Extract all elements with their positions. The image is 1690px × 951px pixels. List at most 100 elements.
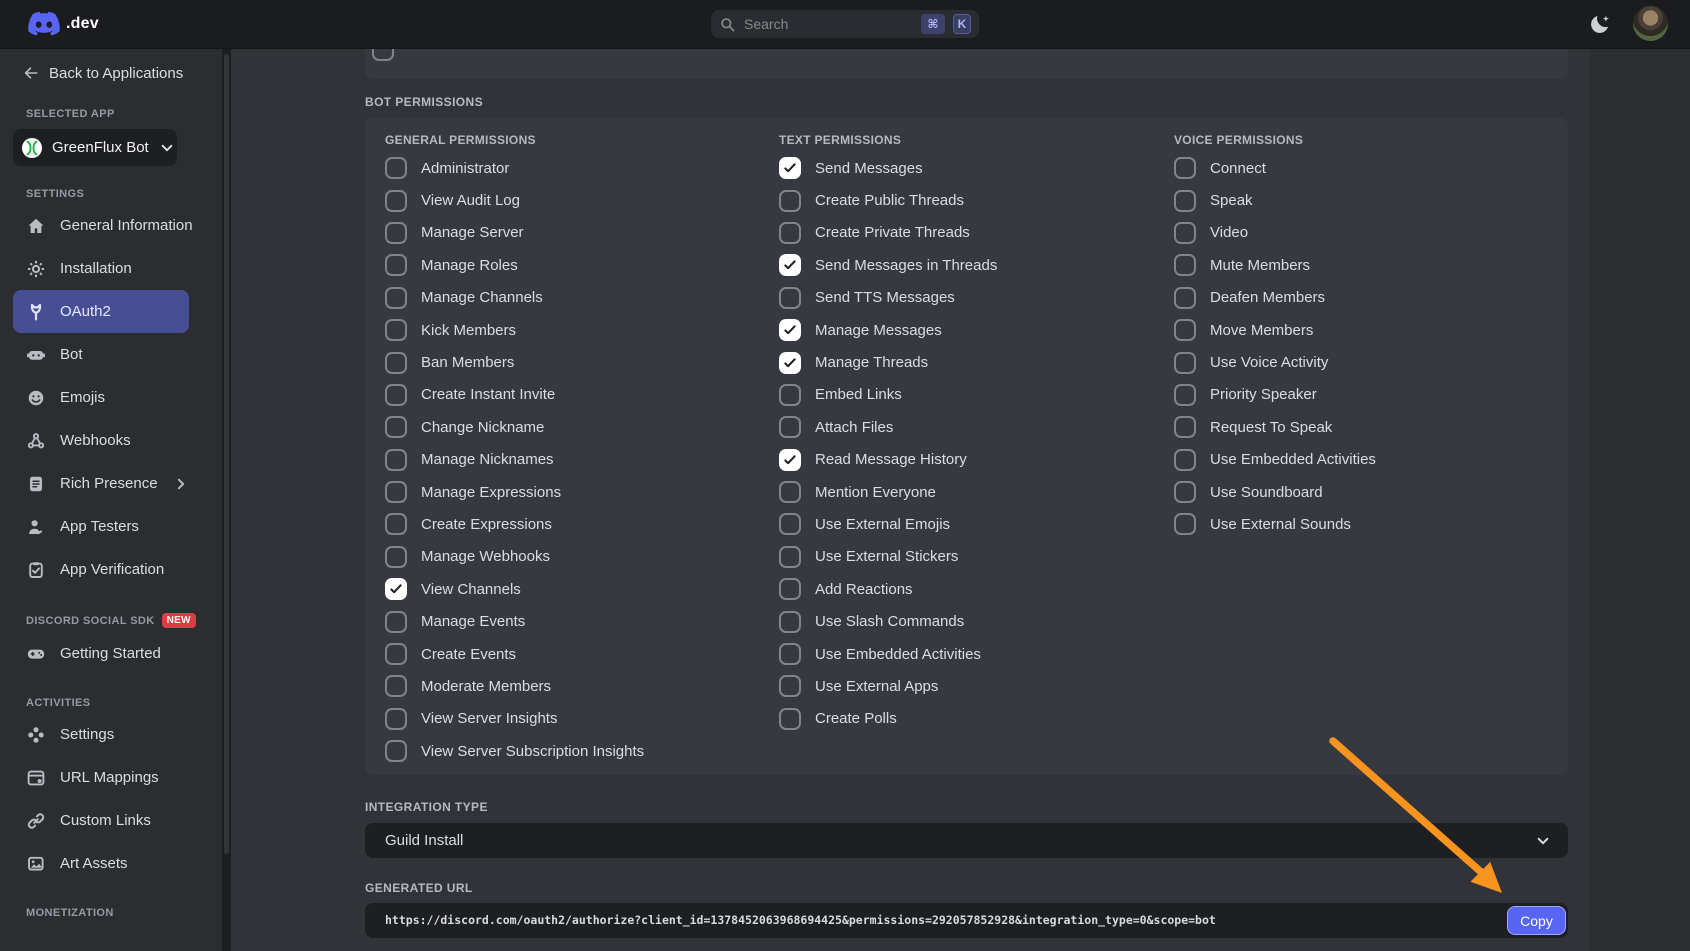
permission-row-manage-nicknames[interactable]: Manage Nicknames xyxy=(385,444,765,476)
checkbox-unchecked[interactable] xyxy=(779,643,801,665)
app-selector-dropdown[interactable]: GreenFlux Bot xyxy=(13,129,177,166)
checkbox-unchecked[interactable] xyxy=(1174,481,1196,503)
checkbox-unchecked[interactable] xyxy=(385,611,407,633)
checkbox-unchecked[interactable] xyxy=(1174,416,1196,438)
permission-row-use-external-stickers[interactable]: Use External Stickers xyxy=(779,541,1159,573)
checkbox-unchecked[interactable] xyxy=(1174,287,1196,309)
checkbox-unchecked[interactable] xyxy=(1174,513,1196,535)
permission-row-embed-links[interactable]: Embed Links xyxy=(779,379,1159,411)
search-input[interactable]: Search ⌘ K xyxy=(711,10,979,38)
permission-row-manage-events[interactable]: Manage Events xyxy=(385,605,765,637)
sidebar-item-custom-links[interactable]: Custom Links xyxy=(13,799,189,842)
checkbox-unchecked[interactable] xyxy=(779,578,801,600)
checkbox-unchecked[interactable] xyxy=(385,190,407,212)
checkbox-unchecked[interactable] xyxy=(385,708,407,730)
permission-row-speak[interactable]: Speak xyxy=(1174,184,1554,216)
sidebar-item-app-verification[interactable]: App Verification xyxy=(13,548,189,591)
checkbox-unchecked[interactable] xyxy=(372,48,394,61)
permission-row-create-events[interactable]: Create Events xyxy=(385,638,765,670)
checkbox-unchecked[interactable] xyxy=(1174,352,1196,374)
checkbox-unchecked[interactable] xyxy=(779,222,801,244)
user-avatar[interactable] xyxy=(1633,6,1668,41)
checkbox-unchecked[interactable] xyxy=(779,384,801,406)
checkbox-unchecked[interactable] xyxy=(385,384,407,406)
checkbox-unchecked[interactable] xyxy=(385,740,407,762)
checkbox-unchecked[interactable] xyxy=(779,190,801,212)
permission-row-deafen-members[interactable]: Deafen Members xyxy=(1174,282,1554,314)
permission-row-move-members[interactable]: Move Members xyxy=(1174,314,1554,346)
permission-row-create-instant-invite[interactable]: Create Instant Invite xyxy=(385,379,765,411)
permission-row-create-public-threads[interactable]: Create Public Threads xyxy=(779,184,1159,216)
checkbox-checked[interactable] xyxy=(779,254,801,276)
permission-row-view-audit-log[interactable]: View Audit Log xyxy=(385,184,765,216)
checkbox-checked[interactable] xyxy=(779,352,801,374)
checkbox-checked[interactable] xyxy=(779,319,801,341)
checkbox-unchecked[interactable] xyxy=(385,416,407,438)
checkbox-unchecked[interactable] xyxy=(779,287,801,309)
permission-row-administrator[interactable]: Administrator xyxy=(385,152,765,184)
permission-row-send-messages-in-threads[interactable]: Send Messages in Threads xyxy=(779,249,1159,281)
back-to-applications-link[interactable]: Back to Applications xyxy=(22,64,222,82)
permission-row-manage-expressions[interactable]: Manage Expressions xyxy=(385,476,765,508)
checkbox-unchecked[interactable] xyxy=(1174,384,1196,406)
integration-type-select[interactable]: Guild Install xyxy=(365,823,1568,858)
checkbox-unchecked[interactable] xyxy=(779,611,801,633)
permission-row-video[interactable]: Video xyxy=(1174,217,1554,249)
sidebar-item-emojis[interactable]: Emojis xyxy=(13,376,189,419)
permission-row-use-external-apps[interactable]: Use External Apps xyxy=(779,670,1159,702)
sidebar-item-general-information[interactable]: General Information xyxy=(13,204,189,247)
checkbox-unchecked[interactable] xyxy=(1174,190,1196,212)
copy-button[interactable]: Copy xyxy=(1507,906,1566,935)
permission-row-use-external-emojis[interactable]: Use External Emojis xyxy=(779,508,1159,540)
sidebar-item-getting-started[interactable]: Getting Started xyxy=(13,632,189,675)
permission-row-create-private-threads[interactable]: Create Private Threads xyxy=(779,217,1159,249)
checkbox-unchecked[interactable] xyxy=(385,157,407,179)
sidebar-item-bot[interactable]: Bot xyxy=(13,333,189,376)
checkbox-unchecked[interactable] xyxy=(385,481,407,503)
permission-row-request-to-speak[interactable]: Request To Speak xyxy=(1174,411,1554,443)
permission-row-connect[interactable]: Connect xyxy=(1174,152,1554,184)
permission-row-manage-threads[interactable]: Manage Threads xyxy=(779,346,1159,378)
checkbox-unchecked[interactable] xyxy=(1174,157,1196,179)
permission-row-change-nickname[interactable]: Change Nickname xyxy=(385,411,765,443)
checkbox-checked[interactable] xyxy=(779,157,801,179)
checkbox-unchecked[interactable] xyxy=(1174,222,1196,244)
generated-url-field[interactable]: https://discord.com/oauth2/authorize?cli… xyxy=(365,903,1568,938)
sidebar-item-rich-presence[interactable]: Rich Presence xyxy=(13,462,189,505)
checkbox-unchecked[interactable] xyxy=(385,287,407,309)
permission-row-use-embedded-activities[interactable]: Use Embedded Activities xyxy=(1174,444,1554,476)
permission-row-use-slash-commands[interactable]: Use Slash Commands xyxy=(779,605,1159,637)
checkbox-unchecked[interactable] xyxy=(1174,254,1196,276)
permission-row-manage-channels[interactable]: Manage Channels xyxy=(385,282,765,314)
sidebar-item-app-testers[interactable]: App Testers xyxy=(13,505,189,548)
checkbox-unchecked[interactable] xyxy=(385,449,407,471)
sidebar-item-oauth2[interactable]: OAuth2 xyxy=(13,290,189,333)
sidebar-item-webhooks[interactable]: Webhooks xyxy=(13,419,189,462)
permission-row-add-reactions[interactable]: Add Reactions xyxy=(779,573,1159,605)
permission-row-use-external-sounds[interactable]: Use External Sounds xyxy=(1174,508,1554,540)
sidebar-item-installation[interactable]: Installation xyxy=(13,247,189,290)
checkbox-unchecked[interactable] xyxy=(779,675,801,697)
permission-row-mention-everyone[interactable]: Mention Everyone xyxy=(779,476,1159,508)
checkbox-unchecked[interactable] xyxy=(385,513,407,535)
checkbox-checked[interactable] xyxy=(385,578,407,600)
theme-toggle-moon-icon[interactable] xyxy=(1588,12,1612,36)
permission-row-manage-roles[interactable]: Manage Roles xyxy=(385,249,765,281)
sidebar-scrollbar[interactable] xyxy=(222,48,231,951)
permission-row-moderate-members[interactable]: Moderate Members xyxy=(385,670,765,702)
scrollbar-thumb[interactable] xyxy=(224,54,229,854)
checkbox-unchecked[interactable] xyxy=(779,481,801,503)
checkbox-unchecked[interactable] xyxy=(385,546,407,568)
permission-row-view-channels[interactable]: View Channels xyxy=(385,573,765,605)
checkbox-unchecked[interactable] xyxy=(1174,319,1196,341)
checkbox-unchecked[interactable] xyxy=(779,708,801,730)
permission-row-priority-speaker[interactable]: Priority Speaker xyxy=(1174,379,1554,411)
checkbox-unchecked[interactable] xyxy=(385,352,407,374)
permission-row-create-expressions[interactable]: Create Expressions xyxy=(385,508,765,540)
permission-row-kick-members[interactable]: Kick Members xyxy=(385,314,765,346)
permission-row-manage-server[interactable]: Manage Server xyxy=(385,217,765,249)
checkbox-unchecked[interactable] xyxy=(385,319,407,341)
permission-row-send-tts-messages[interactable]: Send TTS Messages xyxy=(779,282,1159,314)
checkbox-unchecked[interactable] xyxy=(385,222,407,244)
permission-row-manage-webhooks[interactable]: Manage Webhooks xyxy=(385,541,765,573)
